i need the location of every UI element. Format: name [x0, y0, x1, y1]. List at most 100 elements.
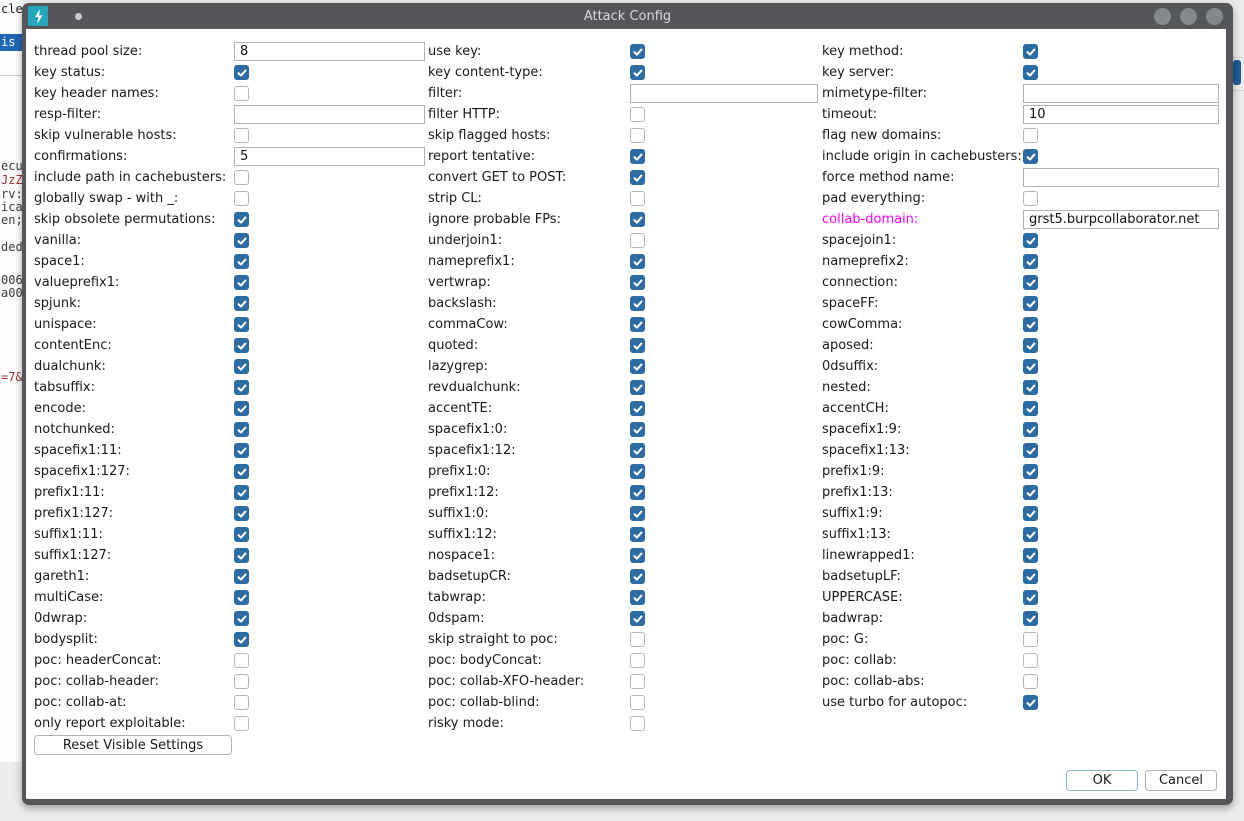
setting-checkbox[interactable] — [1023, 380, 1038, 395]
setting-checkbox[interactable] — [234, 65, 249, 80]
setting-checkbox[interactable] — [234, 443, 249, 458]
setting-checkbox[interactable] — [630, 65, 645, 80]
setting-checkbox[interactable] — [630, 695, 645, 710]
setting-checkbox[interactable] — [1023, 653, 1038, 668]
setting-checkbox[interactable] — [630, 632, 645, 647]
setting-checkbox[interactable] — [234, 527, 249, 542]
setting-checkbox[interactable] — [630, 716, 645, 731]
setting-checkbox[interactable] — [234, 254, 249, 269]
setting-checkbox[interactable] — [234, 275, 249, 290]
setting-checkbox[interactable] — [630, 506, 645, 521]
setting-checkbox[interactable] — [234, 317, 249, 332]
setting-checkbox[interactable] — [234, 359, 249, 374]
setting-checkbox[interactable] — [1023, 44, 1038, 59]
setting-input[interactable] — [234, 42, 425, 61]
setting-checkbox[interactable] — [1023, 443, 1038, 458]
reset-visible-settings-button[interactable]: Reset Visible Settings — [34, 735, 232, 755]
setting-checkbox[interactable] — [1023, 296, 1038, 311]
setting-checkbox[interactable] — [234, 611, 249, 626]
setting-checkbox[interactable] — [234, 86, 249, 101]
setting-checkbox[interactable] — [234, 401, 249, 416]
setting-checkbox[interactable] — [234, 233, 249, 248]
setting-checkbox[interactable] — [630, 233, 645, 248]
setting-checkbox[interactable] — [234, 170, 249, 185]
setting-checkbox[interactable] — [630, 485, 645, 500]
setting-checkbox[interactable] — [1023, 485, 1038, 500]
setting-checkbox[interactable] — [630, 107, 645, 122]
setting-checkbox[interactable] — [1023, 149, 1038, 164]
setting-input[interactable] — [234, 147, 425, 166]
setting-checkbox[interactable] — [234, 548, 249, 563]
setting-checkbox[interactable] — [1023, 527, 1038, 542]
setting-checkbox[interactable] — [630, 380, 645, 395]
setting-checkbox[interactable] — [630, 653, 645, 668]
setting-checkbox[interactable] — [630, 401, 645, 416]
setting-input[interactable] — [234, 105, 425, 124]
setting-checkbox[interactable] — [630, 338, 645, 353]
setting-checkbox[interactable] — [630, 275, 645, 290]
setting-checkbox[interactable] — [1023, 191, 1038, 206]
setting-checkbox[interactable] — [234, 338, 249, 353]
setting-checkbox[interactable] — [630, 296, 645, 311]
setting-checkbox[interactable] — [630, 674, 645, 689]
setting-input[interactable] — [1023, 168, 1219, 187]
setting-checkbox[interactable] — [630, 212, 645, 227]
setting-checkbox[interactable] — [1023, 464, 1038, 479]
setting-checkbox[interactable] — [1023, 359, 1038, 374]
setting-checkbox[interactable] — [630, 191, 645, 206]
setting-checkbox[interactable] — [234, 590, 249, 605]
setting-input[interactable] — [1023, 105, 1219, 124]
setting-input[interactable] — [1023, 210, 1219, 229]
setting-checkbox[interactable] — [630, 422, 645, 437]
setting-checkbox[interactable] — [1023, 674, 1038, 689]
setting-checkbox[interactable] — [630, 464, 645, 479]
setting-checkbox[interactable] — [234, 422, 249, 437]
setting-checkbox[interactable] — [1023, 590, 1038, 605]
setting-checkbox[interactable] — [234, 674, 249, 689]
setting-checkbox[interactable] — [1023, 317, 1038, 332]
setting-checkbox[interactable] — [630, 317, 645, 332]
setting-checkbox[interactable] — [1023, 548, 1038, 563]
setting-checkbox[interactable] — [630, 170, 645, 185]
setting-checkbox[interactable] — [630, 548, 645, 563]
setting-checkbox[interactable] — [630, 359, 645, 374]
setting-checkbox[interactable] — [1023, 233, 1038, 248]
setting-checkbox[interactable] — [234, 716, 249, 731]
setting-checkbox[interactable] — [630, 611, 645, 626]
setting-checkbox[interactable] — [1023, 254, 1038, 269]
ok-button[interactable]: OK — [1066, 770, 1138, 791]
setting-checkbox[interactable] — [234, 569, 249, 584]
setting-checkbox[interactable] — [234, 653, 249, 668]
setting-checkbox[interactable] — [234, 695, 249, 710]
setting-checkbox[interactable] — [234, 128, 249, 143]
setting-checkbox[interactable] — [1023, 128, 1038, 143]
setting-checkbox[interactable] — [234, 632, 249, 647]
cancel-button[interactable]: Cancel — [1145, 770, 1217, 791]
setting-checkbox[interactable] — [630, 149, 645, 164]
setting-checkbox[interactable] — [234, 296, 249, 311]
setting-checkbox[interactable] — [1023, 422, 1038, 437]
setting-checkbox[interactable] — [630, 128, 645, 143]
setting-checkbox[interactable] — [1023, 506, 1038, 521]
setting-checkbox[interactable] — [234, 506, 249, 521]
setting-checkbox[interactable] — [1023, 695, 1038, 710]
setting-checkbox[interactable] — [234, 212, 249, 227]
setting-checkbox[interactable] — [234, 464, 249, 479]
setting-checkbox[interactable] — [234, 191, 249, 206]
setting-checkbox[interactable] — [1023, 569, 1038, 584]
setting-checkbox[interactable] — [1023, 275, 1038, 290]
setting-checkbox[interactable] — [1023, 611, 1038, 626]
setting-checkbox[interactable] — [1023, 632, 1038, 647]
setting-checkbox[interactable] — [630, 254, 645, 269]
titlebar[interactable]: Attack Config — [22, 3, 1233, 29]
setting-checkbox[interactable] — [630, 590, 645, 605]
setting-input[interactable] — [630, 84, 818, 103]
setting-input[interactable] — [1023, 84, 1219, 103]
setting-checkbox[interactable] — [1023, 338, 1038, 353]
setting-checkbox[interactable] — [1023, 401, 1038, 416]
setting-checkbox[interactable] — [1023, 65, 1038, 80]
setting-checkbox[interactable] — [630, 44, 645, 59]
setting-checkbox[interactable] — [630, 569, 645, 584]
setting-checkbox[interactable] — [630, 443, 645, 458]
setting-checkbox[interactable] — [630, 527, 645, 542]
